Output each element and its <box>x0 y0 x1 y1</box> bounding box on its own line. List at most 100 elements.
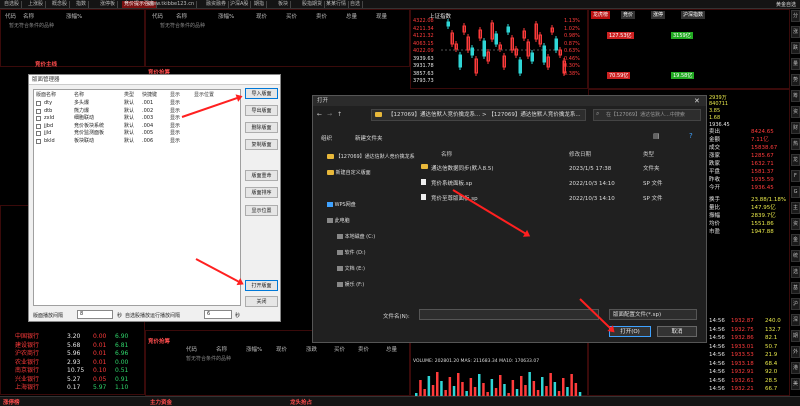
layout-col-header[interactable]: 类型 <box>124 91 134 98</box>
organize-menu[interactable]: 组织 <box>321 134 332 142</box>
filetype-select[interactable]: 版面配置文件(*.sp) <box>609 309 697 320</box>
col-name[interactable]: 名称 <box>176 12 187 20</box>
side-button[interactable]: 资 <box>791 106 800 118</box>
side-button[interactable]: 涨 <box>791 26 800 38</box>
search-input[interactable]: 在【127069】通达信默人...中搜索 <box>593 109 701 121</box>
col-ask[interactable]: 卖价 <box>358 345 369 353</box>
layout-action-button[interactable]: 版面排序 <box>245 187 278 198</box>
view-icon[interactable]: ▤ <box>653 132 660 140</box>
side-button[interactable]: 深 <box>791 314 800 326</box>
side-button[interactable]: 资 <box>791 218 800 230</box>
side-button[interactable]: G <box>791 186 800 198</box>
nav-item[interactable]: 【127069】通达信默人竞价擒龙系 <box>327 152 427 162</box>
top-tab[interactable]: 期指 <box>252 1 268 8</box>
side-button[interactable]: 港 <box>791 362 800 374</box>
col-price[interactable]: 现价 <box>256 12 267 20</box>
row-checkbox[interactable] <box>36 138 41 144</box>
file-col-header[interactable]: 名称 <box>441 150 452 158</box>
status-right[interactable]: 龙头抢占 <box>290 398 312 406</box>
layout-action-button[interactable]: 删除版面 <box>245 122 278 133</box>
right-tab[interactable]: 涨停 <box>651 11 666 19</box>
col-name[interactable]: 名称 <box>216 345 227 353</box>
row-checkbox[interactable] <box>36 108 41 114</box>
col-change[interactable]: 涨幅% <box>218 12 234 20</box>
status-left[interactable]: 涨停榜 <box>3 398 20 406</box>
top-tab[interactable]: 自选 <box>348 1 364 8</box>
top-tab[interactable]: 融资融券 <box>204 1 230 8</box>
top-tab[interactable]: 沪深A股 <box>228 1 252 8</box>
side-button[interactable]: F <box>791 170 800 182</box>
side-button[interactable]: 主 <box>791 202 800 214</box>
side-button[interactable]: 基 <box>791 282 800 294</box>
nav-item[interactable]: 软件 (D:) <box>337 248 437 258</box>
side-button[interactable]: 热 <box>791 138 800 150</box>
top-tab[interactable]: 某某行情 <box>324 1 350 8</box>
row-checkbox[interactable] <box>36 123 41 129</box>
row-checkbox[interactable] <box>36 101 41 106</box>
col-bid[interactable]: 买价 <box>286 12 297 20</box>
nav-item[interactable]: 娱乐 (F:) <box>337 280 437 290</box>
col-current-vol[interactable]: 现量 <box>376 12 387 20</box>
col-price[interactable]: 现价 <box>276 345 287 353</box>
file-row[interactable]: 竞价系统面板.sp 2022/10/3 14:10 SP 文件 <box>421 179 701 190</box>
layout-row[interactable]: dtb 熊力爆 默认 .002 显示 <box>36 108 241 115</box>
side-button[interactable]: 财 <box>791 122 800 134</box>
right-tab[interactable]: 竞价 <box>621 11 636 19</box>
file-row[interactable]: 通达信数据同步(默人8.5) 2023/1/5 17:38 文件夹 <box>421 164 701 175</box>
col-diff[interactable]: 涨跌 <box>306 345 317 353</box>
interval-input[interactable]: 8 <box>77 310 113 319</box>
side-button[interactable]: 筹 <box>791 90 800 102</box>
index-chart[interactable]: 上证指数 4322.08 4211.34 4121.32 4063.15 4022.09… <box>410 9 588 89</box>
top-tab[interactable]: 指数 <box>74 1 90 8</box>
side-button[interactable]: 龙 <box>791 154 800 166</box>
side-button[interactable]: 分 <box>791 10 800 22</box>
top-tab[interactable]: 上涨股 <box>26 1 47 8</box>
top-tab[interactable]: 概念股 <box>50 1 71 8</box>
nav-item[interactable]: WPS网盘 <box>327 200 427 210</box>
layout-row[interactable]: jjbd 竞价板块系统 默认 .004 显示 <box>36 123 241 130</box>
layout-action-button[interactable]: 显示位置 <box>245 205 278 216</box>
layout-col-header[interactable]: 显示位置 <box>194 91 214 98</box>
col-name[interactable]: 名称 <box>23 12 34 20</box>
top-tab[interactable]: 股指期货 <box>300 1 326 8</box>
col-ask[interactable]: 卖价 <box>316 12 327 20</box>
address-bar[interactable]: 【127069】通达信默人竞价擒龙系... > 【127069】通达信默人竞价擒… <box>371 109 586 121</box>
up-icon[interactable]: ↑ <box>337 111 342 118</box>
nav-item[interactable]: 新建自定义版面 <box>327 168 427 178</box>
top-tab[interactable]: 自选股 <box>2 1 23 8</box>
layout-action-button[interactable]: 版面重命 <box>245 170 278 181</box>
side-button[interactable]: 势 <box>791 74 800 86</box>
help-icon[interactable]: ? <box>689 132 693 140</box>
file-col-header[interactable]: 修改日期 <box>569 150 591 158</box>
col-code[interactable]: 代码 <box>5 12 16 20</box>
side-button[interactable]: 金 <box>791 234 800 246</box>
layout-action-button[interactable]: 关闭 <box>245 296 278 307</box>
col-bid[interactable]: 买价 <box>334 345 345 353</box>
right-tab[interactable]: 沪深指数 <box>681 11 706 19</box>
nav-item[interactable]: 文档 (E:) <box>337 264 437 274</box>
top-tab[interactable]: 板块 <box>276 1 292 8</box>
layout-action-button[interactable]: 打开版面 <box>245 280 278 291</box>
right-tab[interactable]: 龙虎榜 <box>591 11 611 19</box>
col-change[interactable]: 涨幅% <box>246 345 262 353</box>
back-icon[interactable]: ← <box>317 111 322 118</box>
col-code[interactable]: 代码 <box>152 12 163 20</box>
side-button[interactable]: 量 <box>791 58 800 70</box>
stock-row[interactable]: 上海银行 0.17 5.97 1.10 <box>1 383 131 392</box>
layout-action-button[interactable]: 导入版面 <box>245 88 278 99</box>
col-change[interactable]: 涨幅% <box>66 12 82 20</box>
side-button[interactable]: 美 <box>791 378 800 390</box>
layout-row[interactable]: zxld 细胞联动 默认 .003 显示 <box>36 115 241 122</box>
side-button[interactable]: 沪 <box>791 298 800 310</box>
close-icon[interactable]: ✕ <box>694 97 700 105</box>
row-checkbox[interactable] <box>36 131 41 136</box>
layout-action-button[interactable]: 复制版面 <box>245 139 278 150</box>
nav-item[interactable]: 本地磁盘 (C:) <box>337 232 437 242</box>
status-mid[interactable]: 主力资金 <box>150 398 172 406</box>
cancel-button[interactable]: 取消 <box>657 326 697 337</box>
file-col-header[interactable]: 类型 <box>643 150 654 158</box>
layout-list[interactable]: 版面名称 名称 类型 快捷键 显示 显示位置 dty 多头爆 默认 .001 显示 dtb 熊力爆 默认… <box>33 89 241 306</box>
col-volume[interactable]: 总量 <box>346 12 357 20</box>
layout-col-header[interactable]: 版面名称 <box>36 91 56 98</box>
watchlist-interval-input[interactable]: 6 <box>204 310 232 319</box>
